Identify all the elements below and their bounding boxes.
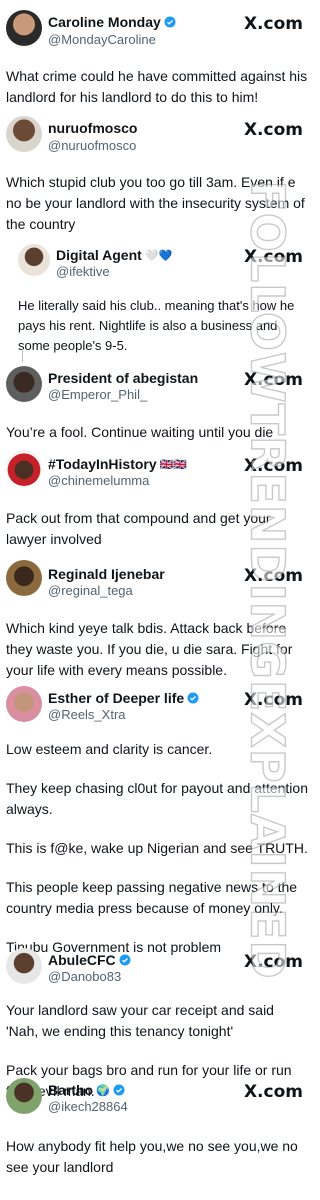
name-emoji: 🤍💙 — [144, 249, 173, 262]
author-name[interactable]: #TodayInHistory 🇬🇧🇬🇧 — [48, 456, 187, 472]
avatar[interactable] — [6, 1078, 42, 1114]
author-name[interactable]: AbuleCFC — [48, 952, 131, 968]
tweet-card-reply[interactable]: Digital Agent 🤍💙 @ifektive X.com He lite… — [0, 234, 317, 362]
tweet-paragraph: Pack out from that compound and get your… — [6, 510, 271, 547]
tweet-card[interactable]: Caroline Monday @MondayCaroline X.com Wh… — [0, 0, 317, 108]
tweet-paragraph: Low esteem and clarity is cancer. — [6, 741, 213, 757]
author-name[interactable]: Esther of Deeper life — [48, 690, 199, 706]
tweet-text: Which stupid club you too go till 3am. E… — [6, 172, 309, 235]
author-name[interactable]: nuruofmosco — [48, 120, 137, 136]
avatar[interactable] — [6, 948, 42, 984]
avatar[interactable] — [6, 560, 42, 596]
avatar[interactable] — [6, 116, 42, 152]
verified-badge-icon — [187, 692, 199, 704]
name-emoji: 🇬🇧🇬🇧 — [159, 458, 188, 471]
avatar[interactable] — [6, 450, 42, 486]
avatar[interactable] — [6, 10, 42, 46]
tweet-paragraph: This is f@ke, wake up Nigerian and see T… — [6, 840, 308, 856]
author-name[interactable]: Digital Agent 🤍💙 — [56, 247, 172, 263]
author-name[interactable]: Reginald Ijenebar — [48, 566, 165, 582]
x-logo: X.com — [243, 247, 303, 267]
author-handle[interactable]: @Emperor_Phil_ — [48, 387, 147, 402]
x-logo: X.com — [243, 370, 303, 390]
verified-badge-icon — [113, 1084, 125, 1096]
x-logo: X.com — [243, 14, 303, 34]
tweet-paragraph: Which kind yeye talk bdis. Attack back b… — [6, 620, 293, 678]
verified-badge-icon — [119, 954, 131, 966]
tweet-text: How anybody fit help you,we no see you,w… — [6, 1136, 309, 1178]
tweet-text: Low esteem and clarity is cancer. They k… — [6, 739, 309, 958]
avatar[interactable] — [6, 366, 42, 402]
tweet-card[interactable]: nuruofmosco @nuruofmosco X.com Which stu… — [0, 108, 317, 234]
tweet-paragraph: This people keep passing negative news t… — [6, 879, 298, 916]
x-logo: X.com — [243, 690, 303, 710]
tweet-card[interactable]: Bartho 🌍 @ikech28864 X.com How anybody f… — [0, 1074, 317, 1200]
tweet-card[interactable]: Esther of Deeper life @Reels_Xtra X.com … — [0, 684, 317, 955]
tweet-paragraph: You’re a fool. Continue waiting until yo… — [6, 424, 274, 440]
tweet-paragraph: How anybody fit help you,we no see you,w… — [6, 1138, 298, 1175]
author-name[interactable]: Caroline Monday — [48, 14, 176, 30]
tweet-paragraph: They keep chasing cl0ut for payout and a… — [6, 780, 308, 817]
author-name[interactable]: Bartho 🌍 — [48, 1082, 125, 1098]
verified-badge-icon — [164, 16, 176, 28]
tweet-text: You’re a fool. Continue waiting until yo… — [6, 422, 309, 443]
author-handle[interactable]: @chinemelumma — [48, 473, 149, 488]
author-name[interactable]: President of abegistan — [48, 370, 198, 386]
tweet-paragraph: Your landlord saw your car receipt and s… — [6, 1002, 274, 1039]
x-logo: X.com — [243, 120, 303, 140]
author-handle[interactable]: @ifektive — [56, 264, 110, 279]
tweet-text: Which kind yeye talk bdis. Attack back b… — [6, 618, 309, 681]
avatar[interactable] — [6, 686, 42, 722]
tweet-paragraph: What crime could he have committed again… — [6, 68, 308, 105]
tweet-paragraph: Which stupid club you too go till 3am. E… — [6, 174, 305, 232]
x-logo: X.com — [243, 952, 303, 972]
author-handle[interactable]: @Danobo83 — [48, 969, 121, 984]
author-handle[interactable]: @nuruofmosco — [48, 138, 136, 153]
author-handle[interactable]: @Reels_Xtra — [48, 707, 126, 722]
tweet-card[interactable]: Reginald Ijenebar @reginal_tega X.com Wh… — [0, 556, 317, 684]
tweet-text: He literally said his club.. meaning tha… — [18, 296, 309, 356]
x-logo: X.com — [243, 566, 303, 586]
author-handle[interactable]: @MondayCaroline — [48, 32, 156, 47]
tweet-card[interactable]: President of abegistan @Emperor_Phil_ X.… — [0, 362, 317, 448]
author-handle[interactable]: @reginal_tega — [48, 583, 133, 598]
thread-connector — [22, 348, 23, 362]
tweet-text: What crime could he have committed again… — [6, 66, 309, 108]
x-logo: X.com — [243, 456, 303, 476]
avatar[interactable] — [18, 244, 50, 276]
author-handle[interactable]: @ikech28864 — [48, 1099, 128, 1114]
tweet-paragraph: He literally said his club.. meaning tha… — [18, 298, 295, 353]
name-emoji: 🌍 — [96, 1084, 110, 1097]
x-logo: X.com — [243, 1082, 303, 1102]
tweet-text: Pack out from that compound and get your… — [6, 508, 309, 550]
tweet-card[interactable]: AbuleCFC @Danobo83 X.com Your landlord s… — [0, 946, 317, 1099]
tweet-card[interactable]: #TodayInHistory 🇬🇧🇬🇧 @chinemelumma X.com… — [0, 448, 317, 556]
